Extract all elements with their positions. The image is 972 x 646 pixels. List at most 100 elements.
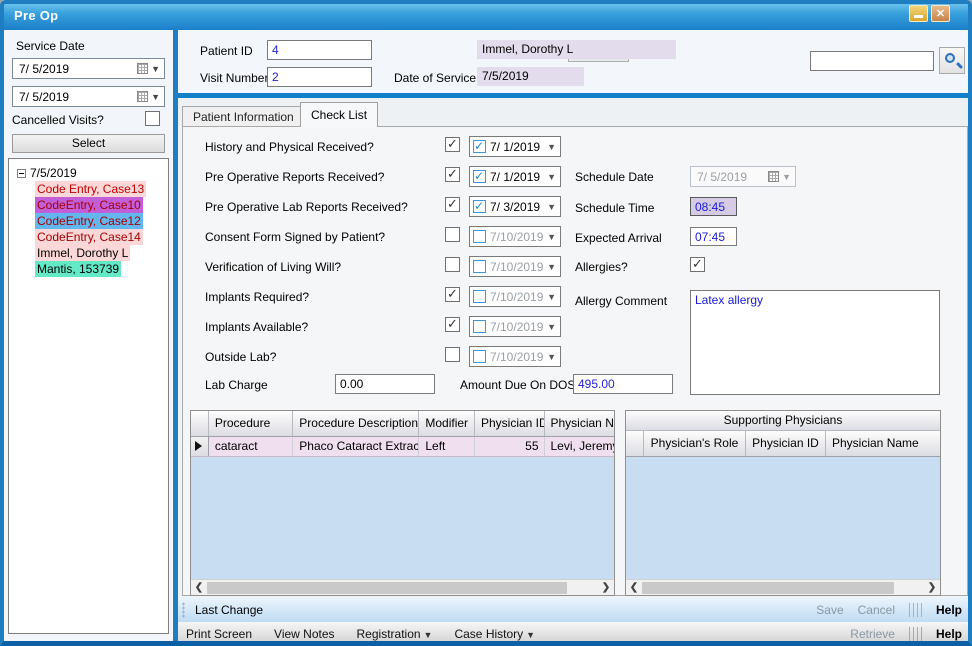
col-physicians-role[interactable]: Physician's Role [644,431,746,456]
cell-physician-name: Levi, Jeremy [545,437,615,456]
close-button[interactable]: ✕ [931,5,950,22]
calendar-icon [137,91,148,102]
date-value: 7/10/2019 [490,260,543,274]
checklist-checkbox-3[interactable] [445,227,460,242]
checklist-label-4: Verification of Living Will? [205,260,341,274]
checklist-checkbox-7[interactable] [445,347,460,362]
tree-root-label: 7/5/2019 [30,166,77,180]
checklist-checkbox-0[interactable] [445,137,460,152]
view-notes-button[interactable]: View Notes [263,622,345,646]
minimize-button[interactable] [909,5,928,22]
expected-arrival-input[interactable]: 07:45 [690,227,737,246]
chevron-down-icon: ▼ [547,202,556,212]
col-procedure[interactable]: Procedure [209,411,293,436]
scroll-left-icon[interactable]: ❮ [626,582,642,593]
search-input[interactable] [810,51,934,71]
chevron-down-icon: ▼ [151,64,160,74]
procedure-grid-hscrollbar[interactable]: ❮ ❯ [191,579,614,595]
date-checkbox-icon[interactable] [473,320,486,333]
tree-root[interactable]: 7/5/2019 [9,165,168,181]
col-physician-id[interactable]: Physician ID [475,411,545,436]
cancelled-visits-checkbox[interactable] [145,111,160,126]
scroll-right-icon[interactable]: ❯ [598,582,614,593]
checklist-checkbox-5[interactable] [445,287,460,302]
allergies-checkbox[interactable] [690,257,705,272]
date-checkbox-icon[interactable] [473,350,486,363]
date-checkbox-icon[interactable] [473,140,486,153]
chevron-down-icon: ▼ [424,630,433,640]
separator-bars [909,627,922,641]
service-date-to-picker[interactable]: 7/ 5/2019 ▼ [12,86,165,107]
checklist-date-1[interactable]: 7/ 1/2019 ▼ [469,166,561,187]
tree-item-case10[interactable]: CodeEntry, Case10 [35,197,143,213]
tree-item-case14[interactable]: CodeEntry, Case14 [35,229,143,245]
status-help-button[interactable]: Help [936,603,962,617]
tree-item-immel[interactable]: Immel, Dorothy L [35,245,130,261]
calendar-icon [137,63,148,74]
preop-window: Pre Op ✕ Service Date 7/ 5/2019 ▼ 7/ 5/2… [0,0,972,646]
save-button[interactable]: Save [816,603,843,617]
toolbar-retrieve-button[interactable]: Retrieve [850,627,895,641]
search-button[interactable] [939,47,965,74]
scroll-thumb[interactable] [207,582,567,594]
checklist-date-3[interactable]: 7/10/2019 ▼ [469,226,561,247]
tree-item-case12[interactable]: CodeEntry, Case12 [35,213,143,229]
col-supp-physician-id[interactable]: Physician ID [746,431,826,456]
checklist-date-6[interactable]: 7/10/2019 ▼ [469,316,561,337]
checklist-date-0[interactable]: 7/ 1/2019 ▼ [469,136,561,157]
schedule-time-label: Schedule Time [575,201,654,215]
title-bar[interactable]: Pre Op ✕ [0,0,972,30]
search-icon [945,53,955,63]
collapse-icon[interactable] [17,169,26,178]
checklist-checkbox-4[interactable] [445,257,460,272]
tree-item-mantis[interactable]: Mantis, 153739 [35,261,121,277]
scroll-thumb[interactable] [642,582,894,594]
checklist-date-2[interactable]: 7/ 3/2019 ▼ [469,196,561,217]
col-supp-physician-name[interactable]: Physician Name [826,431,940,456]
date-checkbox-icon[interactable] [473,200,486,213]
tree-item-case13[interactable]: Code Entry, Case13 [35,181,146,197]
patient-id-label: Patient ID [200,44,253,58]
tab-patient-information[interactable]: Patient Information [182,106,305,126]
service-date-from-picker[interactable]: 7/ 5/2019 ▼ [12,58,165,79]
supporting-grid-hscrollbar[interactable]: ❮ ❯ [626,579,940,595]
checklist-checkbox-1[interactable] [445,167,460,182]
cell-procedure: cataract [209,437,293,456]
col-physician-name[interactable]: Physician Name [545,411,615,436]
scroll-left-icon[interactable]: ❮ [191,582,207,593]
select-button[interactable]: Select [12,134,165,153]
last-change-label: Last Change [195,603,263,617]
checklist-date-7[interactable]: 7/10/2019 ▼ [469,346,561,367]
cancel-button[interactable]: Cancel [858,603,895,617]
date-checkbox-icon[interactable] [473,230,486,243]
amount-due-label: Amount Due On DOS [460,378,575,392]
lab-charge-input[interactable] [335,374,435,394]
allergy-comment-textarea[interactable]: Latex allergy [690,290,940,395]
amount-due-input[interactable] [573,374,673,394]
checklist-label-3: Consent Form Signed by Patient? [205,230,385,244]
checklist-date-4[interactable]: 7/10/2019 ▼ [469,256,561,277]
registration-menu[interactable]: Registration▼ [346,622,444,646]
service-date-to-value: 7/ 5/2019 [19,90,69,104]
checklist-checkbox-6[interactable] [445,317,460,332]
date-checkbox-icon[interactable] [473,290,486,303]
toolbar-help-button[interactable]: Help [936,627,962,641]
col-procedure-description[interactable]: Procedure Description [293,411,419,436]
checklist-label-2: Pre Operative Lab Reports Received? [205,200,408,214]
patient-id-input[interactable] [267,40,372,60]
col-modifier[interactable]: Modifier [419,411,475,436]
date-value: 7/10/2019 [490,350,543,364]
schedule-time-input[interactable]: 08:45 [690,197,737,216]
checklist-checkbox-2[interactable] [445,197,460,212]
checklist-date-5[interactable]: 7/10/2019 ▼ [469,286,561,307]
date-checkbox-icon[interactable] [473,170,486,183]
row-arrow-icon [195,441,202,451]
print-screen-button[interactable]: Print Screen [178,622,263,646]
tab-strip: Patient Information Check List [178,98,972,126]
case-history-menu[interactable]: Case History▼ [443,622,546,646]
visit-number-input[interactable] [267,67,372,87]
procedure-row[interactable]: cataract Phaco Cataract Extraction W Lef… [191,437,614,457]
scroll-right-icon[interactable]: ❯ [924,582,940,593]
tab-check-list[interactable]: Check List [300,102,378,127]
date-checkbox-icon[interactable] [473,260,486,273]
